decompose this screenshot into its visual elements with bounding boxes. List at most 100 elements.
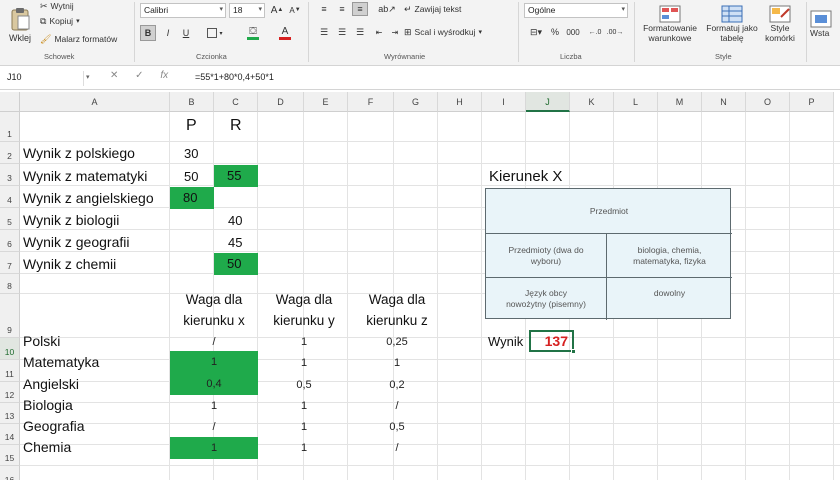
cell-J10-result[interactable]: 137 — [529, 330, 576, 354]
weight-header-x[interactable]: Waga dla kierunku x — [170, 289, 258, 331]
cell-B15[interactable]: 1 — [170, 437, 258, 459]
cell-C7[interactable]: 50 — [214, 253, 258, 275]
row-header-14[interactable]: 14 — [0, 424, 20, 445]
cell-A3[interactable]: Wynik z matematyki — [20, 168, 147, 184]
column-header-I[interactable]: I — [482, 92, 526, 112]
font-color-button[interactable]: A — [272, 24, 298, 42]
cell-B2[interactable]: 30 — [184, 146, 198, 161]
thousands-button[interactable]: 000 — [564, 25, 582, 39]
row-header-7[interactable]: 7 — [0, 252, 20, 274]
orientation-button[interactable]: ab↗ — [376, 2, 398, 16]
cell-styles-button[interactable]: Style komórki — [762, 0, 798, 48]
row-header-1[interactable]: 1 — [0, 112, 20, 142]
cell-B14[interactable]: / — [170, 421, 258, 433]
column-header-J[interactable]: J — [526, 92, 570, 112]
row-header-16[interactable]: 16 — [0, 466, 20, 480]
row-header-8[interactable]: 8 — [0, 274, 20, 294]
bold-button[interactable]: B — [140, 25, 156, 41]
cell-B1[interactable]: P — [186, 117, 197, 135]
cell-E15[interactable]: 1 — [260, 442, 348, 454]
row-header-11[interactable]: 11 — [0, 360, 20, 382]
formula-input[interactable]: =55*1+80*0,4+50*1 — [195, 72, 274, 82]
format-painter-button[interactable]: 🖌 Malarz formatów — [40, 33, 117, 45]
cell-A10[interactable]: Polski — [20, 333, 60, 349]
cell-C3[interactable]: 55 — [214, 165, 258, 187]
cell-B10[interactable]: / — [170, 336, 258, 348]
column-header-P[interactable]: P — [790, 92, 834, 112]
kierunek-title[interactable]: Kierunek X — [489, 168, 562, 185]
column-header-B[interactable]: B — [170, 92, 214, 112]
cell-E13[interactable]: 1 — [260, 400, 348, 412]
align-right-button[interactable]: ☰ — [352, 25, 368, 39]
cell-A13[interactable]: Biologia — [20, 397, 73, 413]
cell-A2[interactable]: Wynik z polskiego — [20, 145, 135, 161]
cell-F13[interactable]: / — [352, 400, 442, 412]
select-all-corner[interactable] — [0, 92, 20, 112]
cell-E12[interactable]: 0,5 — [260, 379, 348, 391]
wynik-label[interactable]: Wynik — [488, 334, 523, 349]
cell-B12[interactable]: 0,4 — [170, 373, 258, 395]
cancel-icon[interactable]: ✕ — [110, 70, 118, 81]
insert-cells-button[interactable]: Wsta — [810, 0, 840, 48]
row-header-12[interactable]: 12 — [0, 382, 20, 403]
weight-header-y[interactable]: Waga dla kierunku y — [260, 289, 348, 331]
borders-button[interactable]: ▾ — [202, 25, 228, 41]
column-header-O[interactable]: O — [746, 92, 790, 112]
cell-A12[interactable]: Angielski — [20, 376, 79, 392]
column-header-K[interactable]: K — [570, 92, 614, 112]
copy-button[interactable]: ⧉ Kopiuj ▾ — [40, 15, 80, 27]
row-header-3[interactable]: 3 — [0, 164, 20, 186]
column-header-F[interactable]: F — [348, 92, 394, 112]
align-middle-button[interactable]: ≡ — [334, 2, 350, 16]
column-header-H[interactable]: H — [438, 92, 482, 112]
row-header-13[interactable]: 13 — [0, 403, 20, 424]
decrease-decimal-button[interactable]: .00→ — [606, 25, 624, 39]
cell-A15[interactable]: Chemia — [20, 439, 71, 455]
cell-F14[interactable]: 0,5 — [352, 421, 442, 433]
cell-E14[interactable]: 1 — [260, 421, 348, 433]
column-header-M[interactable]: M — [658, 92, 702, 112]
row-header-9[interactable]: 9 — [0, 294, 20, 338]
cell-F15[interactable]: / — [352, 442, 442, 454]
align-bottom-button[interactable]: ≡ — [352, 2, 368, 16]
row-header-5[interactable]: 5 — [0, 208, 20, 230]
align-center-button[interactable]: ☰ — [334, 25, 350, 39]
fill-handle[interactable] — [571, 349, 576, 354]
check-icon[interactable]: ✓ — [135, 70, 143, 81]
cell-E11[interactable]: 1 — [260, 357, 348, 369]
indent-increase-button[interactable]: ⇥ — [388, 25, 402, 39]
cell-C5[interactable]: 40 — [228, 213, 242, 228]
cell-B3[interactable]: 50 — [184, 169, 198, 184]
indent-decrease-button[interactable]: ⇤ — [372, 25, 386, 39]
underline-button[interactable]: U — [178, 25, 194, 41]
row-header-10[interactable]: 10 — [0, 338, 20, 360]
increase-decimal-button[interactable]: ←.0 — [586, 25, 604, 39]
cell-A6[interactable]: Wynik z geografii — [20, 234, 129, 250]
wrap-text-button[interactable]: ↵ Zawijaj tekst — [404, 2, 461, 16]
cell-A4[interactable]: Wynik z angielskiego — [20, 190, 154, 206]
font-size-select[interactable]: 18 ▾ — [229, 3, 265, 18]
merge-center-button[interactable]: ⊞ Scal i wyśrodkuj ▾ — [404, 25, 482, 39]
row-header-4[interactable]: 4 — [0, 186, 20, 208]
cell-B13[interactable]: 1 — [170, 400, 258, 412]
row-header-2[interactable]: 2 — [0, 142, 20, 164]
cut-button[interactable]: ✂ Wytnij — [40, 0, 74, 12]
cell-B11[interactable]: 1 — [170, 351, 258, 373]
chevron-down-icon[interactable]: ▾ — [86, 73, 90, 81]
row-header-6[interactable]: 6 — [0, 230, 20, 252]
format-as-table-button[interactable]: Formatuj jako tabelę — [702, 0, 762, 48]
column-header-G[interactable]: G — [394, 92, 438, 112]
cell-A5[interactable]: Wynik z biologii — [20, 212, 119, 228]
cell-A7[interactable]: Wynik z chemii — [20, 256, 116, 272]
align-top-button[interactable]: ≡ — [316, 2, 332, 16]
shrink-font-button[interactable]: A ▼ — [288, 3, 302, 17]
name-box[interactable]: J10 — [4, 71, 84, 86]
align-left-button[interactable]: ☰ — [316, 25, 332, 39]
grow-font-button[interactable]: A ▲ — [270, 3, 284, 17]
cell-C6[interactable]: 45 — [228, 235, 242, 250]
cell-A14[interactable]: Geografia — [20, 418, 84, 434]
column-header-D[interactable]: D — [258, 92, 304, 112]
fill-color-button[interactable]: ⛋ — [240, 24, 266, 42]
cell-F12[interactable]: 0,2 — [352, 379, 442, 391]
cell-F10[interactable]: 0,25 — [352, 336, 442, 348]
